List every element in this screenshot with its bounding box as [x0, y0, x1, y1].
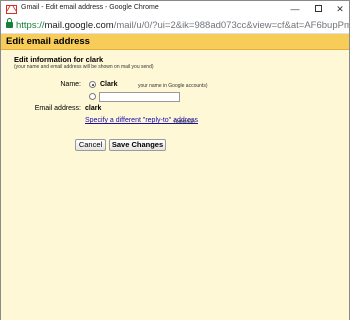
name-label: Name:: [60, 81, 81, 88]
name-option-label: Clark: [100, 81, 118, 88]
name-radio-custom[interactable]: [89, 93, 96, 100]
browser-window: Gmail - Edit email address - Google Chro…: [0, 0, 350, 320]
maximize-icon: [314, 5, 322, 13]
email-value: clark: [85, 105, 102, 112]
dialog-header: Edit email address: [1, 34, 349, 50]
maximize-button[interactable]: [306, 1, 330, 18]
url-text[interactable]: https://mail.google.com/mail/u/0/?ui=2&i…: [16, 20, 349, 31]
dialog-content: Edit email address Edit information for …: [1, 34, 349, 320]
address-bar[interactable]: https://mail.google.com/mail/u/0/?ui=2&i…: [1, 18, 349, 34]
save-changes-button[interactable]: Save Changes: [109, 139, 166, 151]
name-option-hint: your name in Google accounts): [138, 83, 208, 89]
url-path: /mail/u/0/?ui=2&ik=988ad073cc&view=cf&at…: [113, 20, 349, 31]
url-scheme: https://: [16, 20, 45, 31]
close-button[interactable]: ✕: [328, 1, 350, 18]
section-subtitle: (your name and email address will be sho…: [14, 64, 154, 70]
email-label: Email address:: [34, 105, 81, 112]
section-title: Edit information for clark: [14, 55, 104, 64]
custom-name-input[interactable]: [99, 92, 180, 102]
dialog-title: Edit email address: [6, 36, 90, 47]
title-bar: Gmail - Edit email address - Google Chro…: [1, 1, 349, 18]
url-host: mail.google.com: [44, 20, 114, 31]
name-radio-default[interactable]: [89, 81, 96, 88]
gmail-logo-icon: [6, 5, 17, 14]
minimize-button[interactable]: —: [283, 1, 307, 18]
lock-icon: [6, 18, 13, 28]
cancel-button[interactable]: Cancel: [75, 139, 106, 151]
reply-to-optional-note: (optional): [174, 119, 195, 125]
window-title: Gmail - Edit email address - Google Chro…: [21, 4, 159, 11]
